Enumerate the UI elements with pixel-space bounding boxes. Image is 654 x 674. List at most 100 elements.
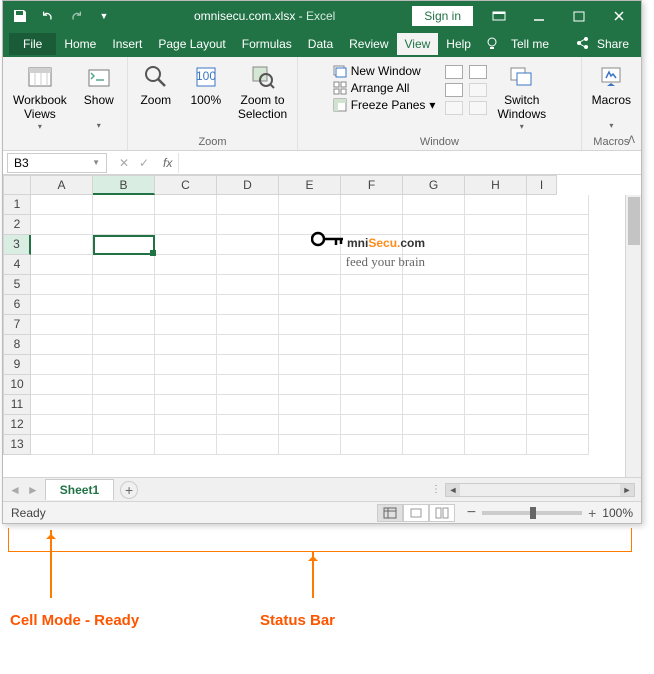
cell[interactable]	[403, 355, 465, 375]
macros-button[interactable]: Macros▾	[588, 61, 635, 132]
select-all-corner[interactable]	[3, 175, 31, 195]
cell[interactable]	[527, 335, 589, 355]
cell[interactable]	[465, 435, 527, 455]
cell[interactable]	[217, 235, 279, 255]
switch-windows-button[interactable]: Switch Windows▾	[493, 61, 550, 133]
ribbon-options-icon[interactable]	[481, 3, 517, 29]
cell[interactable]	[93, 335, 155, 355]
cell[interactable]	[403, 375, 465, 395]
zoom-button[interactable]: Zoom	[134, 61, 178, 109]
cell[interactable]	[465, 395, 527, 415]
cell[interactable]	[217, 355, 279, 375]
cell[interactable]	[31, 215, 93, 235]
cell[interactable]	[279, 395, 341, 415]
cell[interactable]	[31, 255, 93, 275]
row-header[interactable]: 9	[3, 355, 31, 375]
col-header[interactable]: H	[465, 175, 527, 195]
close-icon[interactable]	[601, 3, 637, 29]
cell[interactable]	[403, 335, 465, 355]
cell[interactable]	[527, 295, 589, 315]
unhide-button[interactable]	[445, 101, 463, 115]
cell-area[interactable]: mniSecu.com feed your brain	[31, 195, 625, 477]
col-header[interactable]: A	[31, 175, 93, 195]
tab-data[interactable]: Data	[300, 33, 341, 55]
name-box[interactable]: B3▼	[7, 153, 107, 173]
page-layout-view-icon[interactable]	[403, 504, 429, 522]
cell[interactable]	[93, 255, 155, 275]
cell[interactable]	[217, 275, 279, 295]
cell[interactable]	[155, 235, 217, 255]
cell[interactable]	[279, 195, 341, 215]
cell[interactable]	[155, 215, 217, 235]
qat-dropdown-icon[interactable]: ▼	[91, 3, 117, 29]
tab-split-icon[interactable]: ⋮	[431, 484, 441, 495]
cell[interactable]	[279, 355, 341, 375]
cell[interactable]	[279, 415, 341, 435]
formula-input[interactable]	[178, 153, 641, 173]
row-header[interactable]: 10	[3, 375, 31, 395]
cell[interactable]	[341, 395, 403, 415]
show-button[interactable]: Show▾	[77, 61, 121, 132]
cell[interactable]	[403, 315, 465, 335]
zoom-out-button[interactable]: −	[467, 504, 476, 522]
cell[interactable]	[217, 395, 279, 415]
cell[interactable]	[31, 195, 93, 215]
col-header[interactable]: F	[341, 175, 403, 195]
tab-view[interactable]: View	[397, 33, 439, 55]
cell[interactable]	[341, 315, 403, 335]
cell[interactable]	[341, 295, 403, 315]
cell[interactable]	[31, 315, 93, 335]
cell[interactable]	[527, 415, 589, 435]
cell[interactable]	[31, 235, 93, 255]
minimize-icon[interactable]	[521, 3, 557, 29]
sheet-next-icon[interactable]: ►	[27, 483, 39, 497]
page-break-view-icon[interactable]	[429, 504, 455, 522]
split-button[interactable]	[445, 65, 463, 79]
zoom-thumb[interactable]	[530, 507, 536, 519]
row-header[interactable]: 2	[3, 215, 31, 235]
normal-view-icon[interactable]	[377, 504, 403, 522]
maximize-icon[interactable]	[561, 3, 597, 29]
cell[interactable]	[155, 435, 217, 455]
cell[interactable]	[155, 295, 217, 315]
enter-formula-icon[interactable]: ✓	[135, 156, 153, 170]
cell[interactable]	[93, 375, 155, 395]
cell[interactable]	[93, 235, 155, 255]
freeze-panes-button[interactable]: Freeze Panes ▾	[329, 97, 440, 113]
cell[interactable]	[341, 335, 403, 355]
row-header[interactable]: 7	[3, 315, 31, 335]
cell[interactable]	[527, 215, 589, 235]
row-header[interactable]: 8	[3, 335, 31, 355]
cell[interactable]	[465, 195, 527, 215]
collapse-ribbon-icon[interactable]: ᐱ	[628, 135, 635, 146]
cell[interactable]	[403, 435, 465, 455]
cell[interactable]	[527, 395, 589, 415]
sheet-prev-icon[interactable]: ◄	[9, 483, 21, 497]
cell[interactable]	[217, 435, 279, 455]
cell[interactable]	[217, 315, 279, 335]
cell[interactable]	[93, 275, 155, 295]
cell[interactable]	[465, 315, 527, 335]
tab-help[interactable]: Help	[438, 33, 479, 55]
workbook-views-button[interactable]: Workbook Views▾	[9, 61, 71, 133]
cell[interactable]	[527, 435, 589, 455]
zoom-in-button[interactable]: +	[588, 505, 596, 521]
vertical-scrollbar[interactable]	[625, 195, 641, 477]
cell[interactable]	[93, 295, 155, 315]
cell[interactable]	[403, 295, 465, 315]
share-button[interactable]: Share	[591, 33, 635, 55]
cell[interactable]	[279, 375, 341, 395]
cell[interactable]	[465, 295, 527, 315]
cell[interactable]	[217, 335, 279, 355]
cell[interactable]	[465, 255, 527, 275]
cell[interactable]	[155, 335, 217, 355]
arrange-all-button[interactable]: Arrange All	[329, 80, 440, 96]
row-header[interactable]: 13	[3, 435, 31, 455]
reset-pos-button[interactable]	[469, 101, 487, 115]
row-header[interactable]: 4	[3, 255, 31, 275]
cell[interactable]	[31, 295, 93, 315]
fx-icon[interactable]: fx	[157, 156, 178, 170]
cell[interactable]	[217, 375, 279, 395]
cell[interactable]	[31, 375, 93, 395]
scroll-left-icon[interactable]: ◄	[446, 484, 460, 496]
